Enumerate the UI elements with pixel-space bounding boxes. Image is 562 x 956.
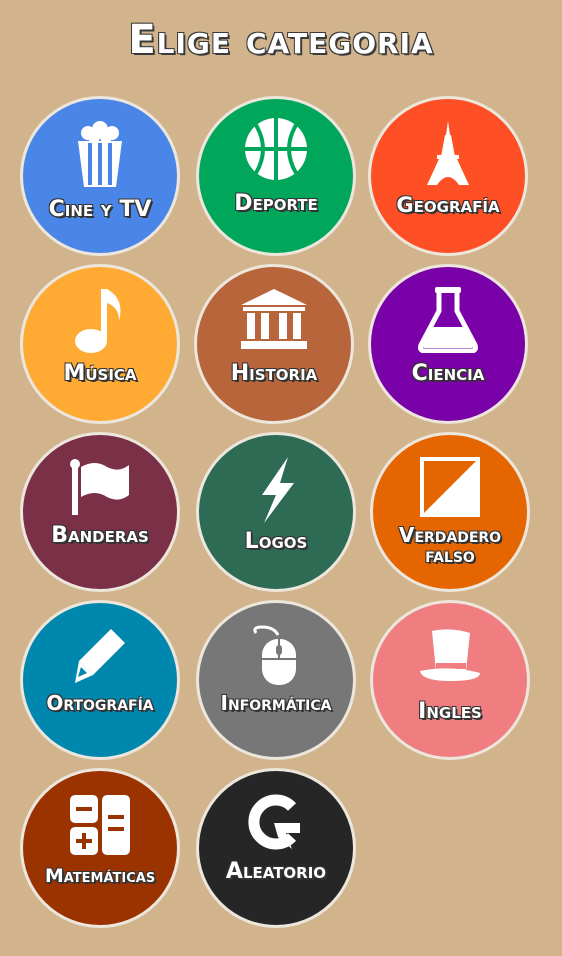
pencil-icon bbox=[75, 629, 125, 683]
lightning-icon bbox=[262, 457, 294, 523]
category-label: Banderas bbox=[51, 523, 149, 548]
category-label: Verdadero falso bbox=[398, 523, 502, 567]
category-label: Música bbox=[63, 361, 137, 386]
category-musica[interactable]: Música bbox=[20, 264, 180, 424]
category-label: Ortografía bbox=[46, 691, 154, 715]
category-label: Ingles bbox=[418, 699, 482, 724]
basketball-icon bbox=[245, 118, 307, 180]
flag-icon bbox=[70, 459, 129, 515]
category-label: Geografía bbox=[396, 193, 500, 217]
category-ingles[interactable]: Ingles bbox=[370, 600, 530, 760]
music-note-icon bbox=[75, 289, 121, 353]
category-label: Aleatorio bbox=[225, 859, 327, 884]
category-label: Matemáticas bbox=[44, 865, 156, 887]
category-cine-tv[interactable]: Cine y TV bbox=[20, 96, 180, 256]
category-informatica[interactable]: Informática bbox=[196, 600, 356, 760]
category-label: Cine y TV bbox=[48, 197, 152, 222]
category-historia[interactable]: Historia bbox=[194, 264, 354, 424]
top-hat-icon bbox=[420, 629, 480, 681]
flask-icon bbox=[418, 287, 478, 353]
true-false-icon bbox=[420, 457, 480, 517]
category-deporte[interactable]: Deporte bbox=[196, 96, 356, 256]
category-label: Deporte bbox=[234, 191, 318, 216]
category-aleatorio[interactable]: Aleatorio bbox=[196, 768, 356, 928]
page-title: Elige categoria bbox=[128, 17, 434, 63]
category-label: Logos bbox=[244, 529, 308, 554]
eiffel-tower-icon bbox=[427, 121, 469, 185]
category-logos[interactable]: Logos bbox=[196, 432, 356, 592]
shuffle-g-icon bbox=[248, 794, 300, 850]
category-verdadero-falso[interactable]: Verdadero falso bbox=[370, 432, 530, 592]
category-matematicas[interactable]: Matemáticas bbox=[20, 768, 180, 928]
category-geografia[interactable]: Geografía bbox=[368, 96, 528, 256]
category-label: Ciencia bbox=[411, 361, 485, 386]
mouse-icon bbox=[253, 625, 296, 685]
category-ciencia[interactable]: Ciencia bbox=[368, 264, 528, 424]
category-label: Historia bbox=[230, 361, 318, 386]
calculator-icon bbox=[70, 795, 130, 855]
category-ortografia[interactable]: Ortografía bbox=[20, 600, 180, 760]
category-label: Informática bbox=[220, 691, 332, 715]
popcorn-icon bbox=[78, 121, 122, 187]
category-banderas[interactable]: Banderas bbox=[20, 432, 180, 592]
museum-icon bbox=[241, 289, 307, 349]
